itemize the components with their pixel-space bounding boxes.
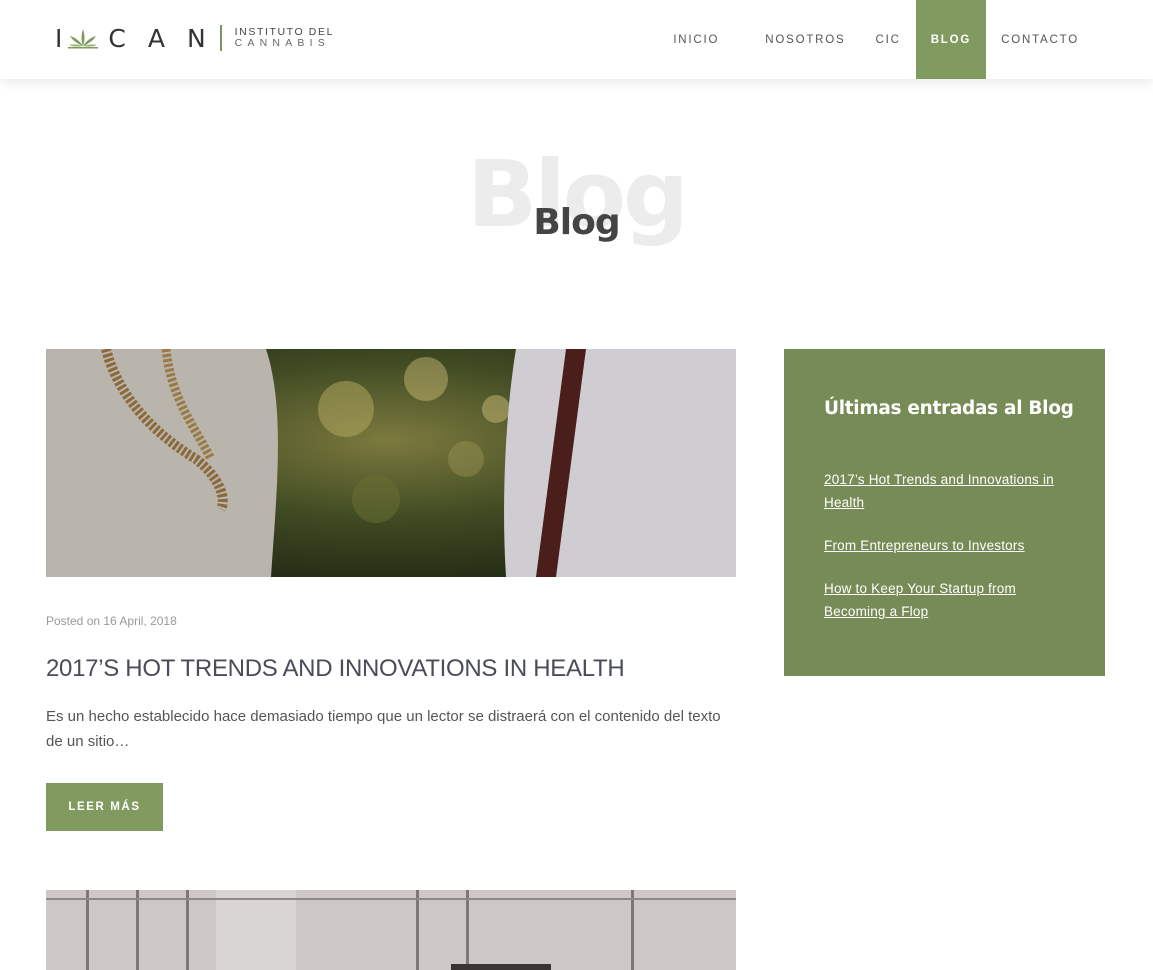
logo-letter-n: N bbox=[186, 23, 206, 53]
nav-item-contacto[interactable]: CONTACTO bbox=[986, 0, 1153, 79]
nav-item-cic[interactable]: CIC bbox=[860, 0, 915, 79]
recent-post-link[interactable]: 2017’s Hot Trends and Innovations in Hea… bbox=[824, 472, 1054, 510]
recent-post-link[interactable]: How to Keep Your Startup from Becoming a… bbox=[824, 581, 1016, 619]
logo-wordmark: I C A N bbox=[55, 24, 220, 53]
logo-letter-i: I bbox=[55, 23, 63, 53]
recent-posts-list: 2017’s Hot Trends and Innovations in Hea… bbox=[824, 468, 1064, 643]
read-more-button[interactable]: LEER MÁS bbox=[46, 783, 163, 831]
logo-subtitle: INSTITUTO DEL CANNABIS bbox=[235, 27, 334, 49]
recent-post-link[interactable]: From Entrepreneurs to Investors bbox=[824, 538, 1025, 553]
logo-letter-a: A bbox=[147, 23, 165, 53]
nav-item-inicio[interactable]: INICIO bbox=[673, 0, 734, 79]
logo-subtitle-line2: CANNABIS bbox=[234, 37, 330, 49]
list-item: From Entrepreneurs to Investors bbox=[824, 534, 1064, 557]
list-item: 2017’s Hot Trends and Innovations in Hea… bbox=[824, 468, 1064, 514]
nav-item-blog[interactable]: BLOG bbox=[915, 0, 987, 79]
logo-divider bbox=[219, 25, 222, 51]
post-featured-image[interactable] bbox=[46, 349, 736, 577]
recent-posts-widget: Últimas entradas al Blog 2017’s Hot Tren… bbox=[784, 349, 1105, 676]
post-title[interactable]: 2017’S HOT TRENDS AND INNOVATIONS IN HEA… bbox=[46, 655, 625, 683]
post-excerpt: Es un hecho establecido hace demasiado t… bbox=[46, 708, 721, 750]
cannabis-leaf-icon bbox=[68, 29, 99, 49]
site-logo[interactable]: I C A N INSTITUTO DEL CANNABIS bbox=[55, 24, 334, 53]
main-nav: INICIO NOSOTROS CIC BLOG CONTACTO bbox=[673, 0, 1153, 79]
site-header: I C A N INSTITUTO DEL CANNABIS INICIO NO… bbox=[0, 0, 1153, 79]
logo-letter-c: C bbox=[108, 23, 126, 53]
post-date: Posted on 16 April, 2018 bbox=[46, 614, 177, 628]
page-title: Blog bbox=[533, 202, 620, 243]
nav-item-nosotros[interactable]: NOSOTROS bbox=[750, 0, 860, 79]
sidebar-title: Últimas entradas al Blog bbox=[824, 398, 1074, 419]
post-featured-image-2[interactable] bbox=[46, 890, 736, 970]
list-item: How to Keep Your Startup from Becoming a… bbox=[824, 577, 1064, 623]
